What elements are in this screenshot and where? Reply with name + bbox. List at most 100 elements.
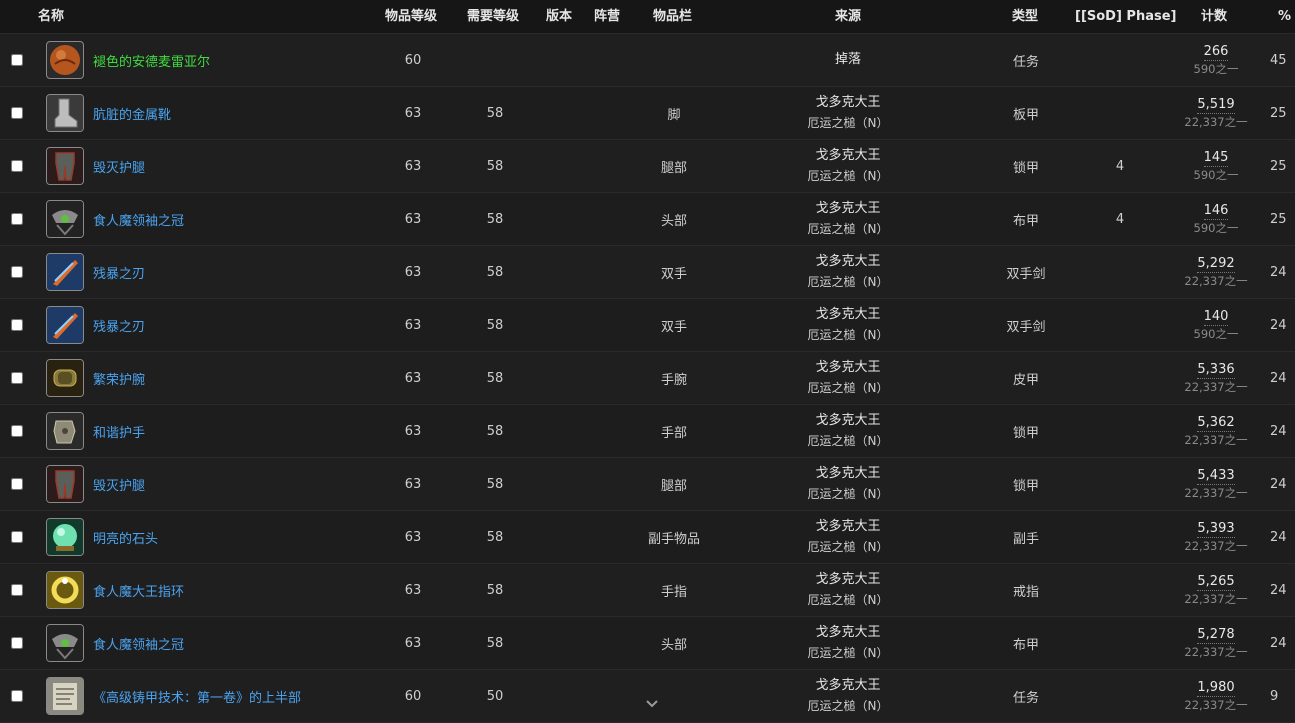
source-cell: 戈多克大王 厄运之槌（N） (778, 564, 918, 616)
item-name-link[interactable]: 肮脏的金属靴 (93, 104, 171, 123)
table-row[interactable]: 残暴之刃 63 58 双手 戈多克大王 厄运之槌（N） 双手剑 5,292 22… (0, 246, 1295, 299)
table-row[interactable]: 明亮的石头 63 58 副手物品 戈多克大王 厄运之槌（N） 副手 5,393 … (0, 511, 1295, 564)
source-zone[interactable]: 厄运之槌（N） (808, 431, 889, 451)
item-name-link[interactable]: 残暴之刃 (93, 263, 145, 282)
table-row[interactable]: 毁灭护腿 63 58 腿部 戈多克大王 厄运之槌（N） 锁甲 5,433 22,… (0, 458, 1295, 511)
source-boss[interactable]: 戈多克大王 (815, 93, 880, 113)
ring-icon[interactable] (46, 571, 84, 609)
item-name-link[interactable]: 残暴之刃 (93, 316, 145, 335)
boots-icon[interactable] (46, 94, 84, 132)
col-percent[interactable]: % (1278, 0, 1291, 33)
source-zone[interactable]: 厄运之槌（N） (808, 272, 889, 292)
table-row[interactable]: 食人魔领袖之冠 63 58 头部 戈多克大王 厄运之槌（N） 布甲 5,278 … (0, 617, 1295, 670)
source-zone[interactable]: 厄运之槌（N） (808, 537, 889, 557)
scroll-icon[interactable] (46, 677, 84, 715)
item-name-link[interactable]: 褪色的安德麦雷亚尔 (93, 51, 210, 70)
item-name-link[interactable]: 明亮的石头 (93, 528, 158, 547)
source-zone[interactable]: 厄运之槌（N） (808, 643, 889, 663)
col-slot[interactable]: 物品栏 (653, 0, 692, 33)
table-row[interactable]: 食人魔大王指环 63 58 手指 戈多克大王 厄运之槌（N） 戒指 5,265 … (0, 564, 1295, 617)
row-checkbox[interactable] (11, 690, 23, 702)
blade-icon[interactable] (46, 253, 84, 291)
drop-count: 5,433 (1197, 467, 1235, 485)
table-row[interactable]: 和谐护手 63 58 手部 戈多克大王 厄运之槌（N） 锁甲 5,362 22,… (0, 405, 1295, 458)
source-boss[interactable]: 戈多克大王 (815, 676, 880, 696)
source-zone[interactable]: 厄运之槌（N） (808, 378, 889, 398)
bracer-icon[interactable] (46, 359, 84, 397)
row-checkbox[interactable] (11, 160, 23, 172)
row-checkbox[interactable] (11, 319, 23, 331)
gem-icon[interactable] (46, 518, 84, 556)
item-name-link[interactable]: 毁灭护腿 (93, 157, 145, 176)
row-checkbox[interactable] (11, 54, 23, 66)
col-type[interactable]: 类型 (1012, 0, 1038, 33)
source-boss[interactable]: 戈多克大王 (815, 199, 880, 219)
source-zone[interactable]: 厄运之槌（N） (808, 219, 889, 239)
orb-icon[interactable] (46, 41, 84, 79)
row-checkbox[interactable] (11, 584, 23, 596)
source-boss[interactable]: 戈多克大王 (815, 358, 880, 378)
source-zone[interactable]: 厄运之槌（N） (808, 590, 889, 610)
row-checkbox[interactable] (11, 213, 23, 225)
drop-percent: 24 (1270, 264, 1287, 280)
crown-icon[interactable] (46, 624, 84, 662)
blade-icon[interactable] (46, 306, 84, 344)
col-name[interactable]: 名称 (38, 0, 64, 33)
drop-total: 22,337之一 (1184, 273, 1248, 288)
item-name-link[interactable]: 食人魔领袖之冠 (93, 634, 184, 653)
source-boss[interactable]: 戈多克大王 (815, 305, 880, 325)
col-faction[interactable]: 阵营 (594, 0, 620, 33)
source-boss[interactable]: 戈多克大王 (815, 146, 880, 166)
item-name-link[interactable]: 食人魔大王指环 (93, 581, 184, 600)
table-row[interactable]: 繁荣护腕 63 58 手腕 戈多克大王 厄运之槌（N） 皮甲 5,336 22,… (0, 352, 1295, 405)
source-boss[interactable]: 戈多克大王 (815, 411, 880, 431)
crown-icon[interactable] (46, 200, 84, 238)
table-row[interactable]: 毁灭护腿 63 58 腿部 戈多克大王 厄运之槌（N） 锁甲 4 145 590… (0, 140, 1295, 193)
row-checkbox[interactable] (11, 425, 23, 437)
source-zone[interactable]: 厄运之槌（N） (808, 696, 889, 716)
source-zone[interactable]: 厄运之槌（N） (808, 113, 889, 133)
col-version[interactable]: 版本 (546, 0, 572, 33)
col-phase[interactable]: [[SoD] Phase] (1075, 0, 1177, 33)
source-zone[interactable]: 厄运之槌（N） (808, 484, 889, 504)
col-count[interactable]: 计数 (1201, 0, 1227, 33)
row-checkbox[interactable] (11, 372, 23, 384)
source-boss[interactable]: 戈多克大王 (815, 623, 880, 643)
source-boss[interactable]: 戈多克大王 (815, 570, 880, 590)
source-boss[interactable]: 戈多克大王 (815, 464, 880, 484)
item-type: 布甲 (1012, 637, 1039, 653)
source-cell: 戈多克大王 厄运之槌（N） (778, 299, 918, 351)
item-name-link[interactable]: 和谐护手 (93, 422, 145, 441)
table-row[interactable]: 肮脏的金属靴 63 58 脚 戈多克大王 厄运之槌（N） 板甲 5,519 22… (0, 87, 1295, 140)
col-source[interactable]: 来源 (835, 0, 861, 33)
row-checkbox-cell (11, 246, 24, 298)
chevron-down-icon[interactable] (645, 697, 659, 713)
col-required-level[interactable]: 需要等级 (467, 0, 519, 33)
source-boss[interactable]: 掉落 (835, 50, 861, 70)
row-checkbox[interactable] (11, 478, 23, 490)
item-slot: 双手 (660, 266, 687, 282)
item-name-link[interactable]: 食人魔领袖之冠 (93, 210, 184, 229)
table-row[interactable]: 褪色的安德麦雷亚尔 60 掉落 任务 266 590之一 45 (0, 34, 1295, 87)
source-boss[interactable]: 戈多克大王 (815, 252, 880, 272)
leggings-icon[interactable] (46, 147, 84, 185)
source-zone[interactable]: 厄运之槌（N） (808, 166, 889, 186)
gauntlet-icon[interactable] (46, 412, 84, 450)
row-checkbox[interactable] (11, 107, 23, 119)
leggings-icon[interactable] (46, 465, 84, 503)
row-checkbox[interactable] (11, 531, 23, 543)
source-zone[interactable]: 厄运之槌（N） (808, 325, 889, 345)
drop-percent: 24 (1270, 476, 1287, 492)
source-boss[interactable]: 戈多克大王 (815, 517, 880, 537)
row-checkbox[interactable] (11, 637, 23, 649)
row-checkbox-cell (11, 87, 24, 139)
table-row[interactable]: 残暴之刃 63 58 双手 戈多克大王 厄运之槌（N） 双手剑 140 590之… (0, 299, 1295, 352)
table-row[interactable]: 食人魔领袖之冠 63 58 头部 戈多克大王 厄运之槌（N） 布甲 4 146 … (0, 193, 1295, 246)
item-name-link[interactable]: 繁荣护腕 (93, 369, 145, 388)
col-item-level[interactable]: 物品等级 (385, 0, 437, 33)
row-checkbox[interactable] (11, 266, 23, 278)
item-name-link[interactable]: 《高级铸甲技术：第一卷》的上半部 (93, 687, 301, 706)
table-row[interactable]: 《高级铸甲技术：第一卷》的上半部 60 50 戈多克大王 厄运之槌（N） 任务 … (0, 670, 1295, 723)
item-name-link[interactable]: 毁灭护腿 (93, 475, 145, 494)
item-type: 戒指 (1012, 584, 1039, 600)
